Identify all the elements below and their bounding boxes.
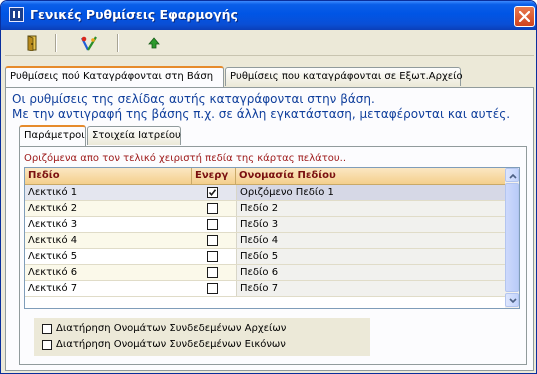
table-row[interactable]: Λεκτικό 7 Πεδίο 7 <box>25 281 505 297</box>
field-cell[interactable]: Λεκτικό 6 <box>25 265 192 280</box>
chevron-up-icon <box>509 173 517 179</box>
field-cell[interactable]: Λεκτικό 1 <box>25 185 192 200</box>
field-name-cell[interactable]: Πεδίο 2 <box>236 201 505 216</box>
table-row[interactable]: Λεκτικό 6 Πεδίο 6 <box>25 265 505 281</box>
app-icon <box>9 7 24 22</box>
chevron-down-icon <box>509 298 517 304</box>
field-cell[interactable]: Λεκτικό 3 <box>25 217 192 232</box>
column-header-active[interactable]: Ενεργ <box>192 168 236 184</box>
active-cell[interactable] <box>192 185 236 200</box>
scroll-thumb[interactable] <box>505 183 519 292</box>
options-panel: Διατήρηση Ονομάτων Συνδεδεμένων Αρχείων … <box>34 318 370 356</box>
scroll-down-button[interactable] <box>505 293 519 307</box>
info-line-2: Με την αντιγραφή της βάσης π.χ. σε άλλη … <box>12 107 511 121</box>
field-name-cell[interactable]: Πεδίο 4 <box>236 233 505 248</box>
active-checkbox[interactable] <box>207 187 218 198</box>
scroll-up-button[interactable] <box>505 168 519 182</box>
tab-clinic-details[interactable]: Στοιχεία Ιατρείου <box>87 126 181 145</box>
active-cell[interactable] <box>192 281 236 296</box>
field-name-cell[interactable]: Πεδίο 7 <box>236 281 505 296</box>
active-cell[interactable] <box>192 217 236 232</box>
tab-file-settings[interactable]: Ρυθμίσεις που καταγράφονται σε Εξωτ.Αρχε… <box>225 67 463 86</box>
active-checkbox[interactable] <box>207 283 218 294</box>
keep-linked-images-label[interactable]: Διατήρηση Ονομάτων Συνδεδεμένων Εικόνων <box>56 339 286 350</box>
save-wizard-icon <box>81 36 97 51</box>
table-row[interactable]: Λεκτικό 5 Πεδίο 5 <box>25 249 505 265</box>
keep-linked-images-checkbox[interactable] <box>42 340 52 350</box>
close-button[interactable] <box>514 6 535 27</box>
outer-tab-strip: Ρυθμίσεις πού Καταγράφονται στη Βάση Ρυθ… <box>5 66 534 87</box>
table-row[interactable]: Λεκτικό 2 Πεδίο 2 <box>25 201 505 217</box>
move-up-button[interactable] <box>145 34 165 52</box>
window-title: Γενικές Ρυθμίσεις Εφαρμογής <box>30 7 238 22</box>
grid-header: Πεδίο Ενεργ Ονομασία Πεδίου <box>25 168 505 185</box>
table-row[interactable]: Λεκτικό 4 Πεδίο 4 <box>25 233 505 249</box>
field-cell[interactable]: Λεκτικό 7 <box>25 281 192 296</box>
save-button[interactable] <box>79 34 99 52</box>
field-name-cell[interactable]: Πεδίο 6 <box>236 265 505 280</box>
info-line-1: Οι ρυθμίσεις της σελίδας αυτής καταγράφο… <box>12 92 375 106</box>
field-cell[interactable]: Λεκτικό 2 <box>25 201 192 216</box>
toolbar-separator <box>55 34 57 52</box>
field-name-cell[interactable]: Οριζόμενο Πεδίο 1 <box>236 185 505 200</box>
keep-linked-files-checkbox[interactable] <box>42 324 52 334</box>
field-name-cell[interactable]: Πεδίο 3 <box>236 217 505 232</box>
active-checkbox[interactable] <box>207 267 218 278</box>
field-cell[interactable]: Λεκτικό 5 <box>25 249 192 264</box>
active-checkbox[interactable] <box>207 203 218 214</box>
column-header-field[interactable]: Πεδίο <box>25 168 192 184</box>
tab-parameters[interactable]: Παράμετροι <box>19 125 86 146</box>
exit-button[interactable] <box>23 34 43 52</box>
column-header-field-name[interactable]: Ονομασία Πεδίου <box>236 168 505 184</box>
up-arrow-icon <box>148 37 160 49</box>
active-cell[interactable] <box>192 233 236 248</box>
field-cell[interactable]: Λεκτικό 4 <box>25 233 192 248</box>
exit-door-icon <box>27 35 37 51</box>
grid-vertical-scrollbar[interactable] <box>505 168 519 308</box>
active-cell[interactable] <box>192 265 236 280</box>
toolbar-separator <box>117 34 119 52</box>
tab-database-settings[interactable]: Ρυθμίσεις πού Καταγράφονται στη Βάση <box>5 66 224 87</box>
parameters-page: Οριζόμενα απο τον τελικό χειριστή πεδία … <box>19 146 527 365</box>
settings-window: Γενικές Ρυθμίσεις Εφαρμογής Ρυθμίσεις πο… <box>0 0 537 374</box>
keep-linked-files-label[interactable]: Διατήρηση Ονομάτων Συνδεδεμένων Αρχείων <box>56 323 286 334</box>
close-icon <box>519 11 530 22</box>
inner-tab-strip: Παράμετροι Στοιχεία Ιατρείου <box>19 125 519 146</box>
custom-fields-hint: Οριζόμενα απο τον τελικό χειριστή πεδία … <box>24 153 347 164</box>
active-checkbox[interactable] <box>207 235 218 246</box>
custom-fields-grid: Πεδίο Ενεργ Ονομασία Πεδίου Λεκτικό 1 Ορ… <box>24 167 520 309</box>
toolbar <box>5 31 534 56</box>
title-bar[interactable]: Γενικές Ρυθμίσεις Εφαρμογής <box>1 1 536 30</box>
active-checkbox[interactable] <box>207 219 218 230</box>
active-cell[interactable] <box>192 249 236 264</box>
checkmark-icon <box>208 189 217 197</box>
table-row[interactable]: Λεκτικό 1 Οριζόμενο Πεδίο 1 <box>25 185 505 201</box>
active-cell[interactable] <box>192 201 236 216</box>
active-checkbox[interactable] <box>207 251 218 262</box>
table-row[interactable]: Λεκτικό 3 Πεδίο 3 <box>25 217 505 233</box>
field-name-cell[interactable]: Πεδίο 5 <box>236 249 505 264</box>
